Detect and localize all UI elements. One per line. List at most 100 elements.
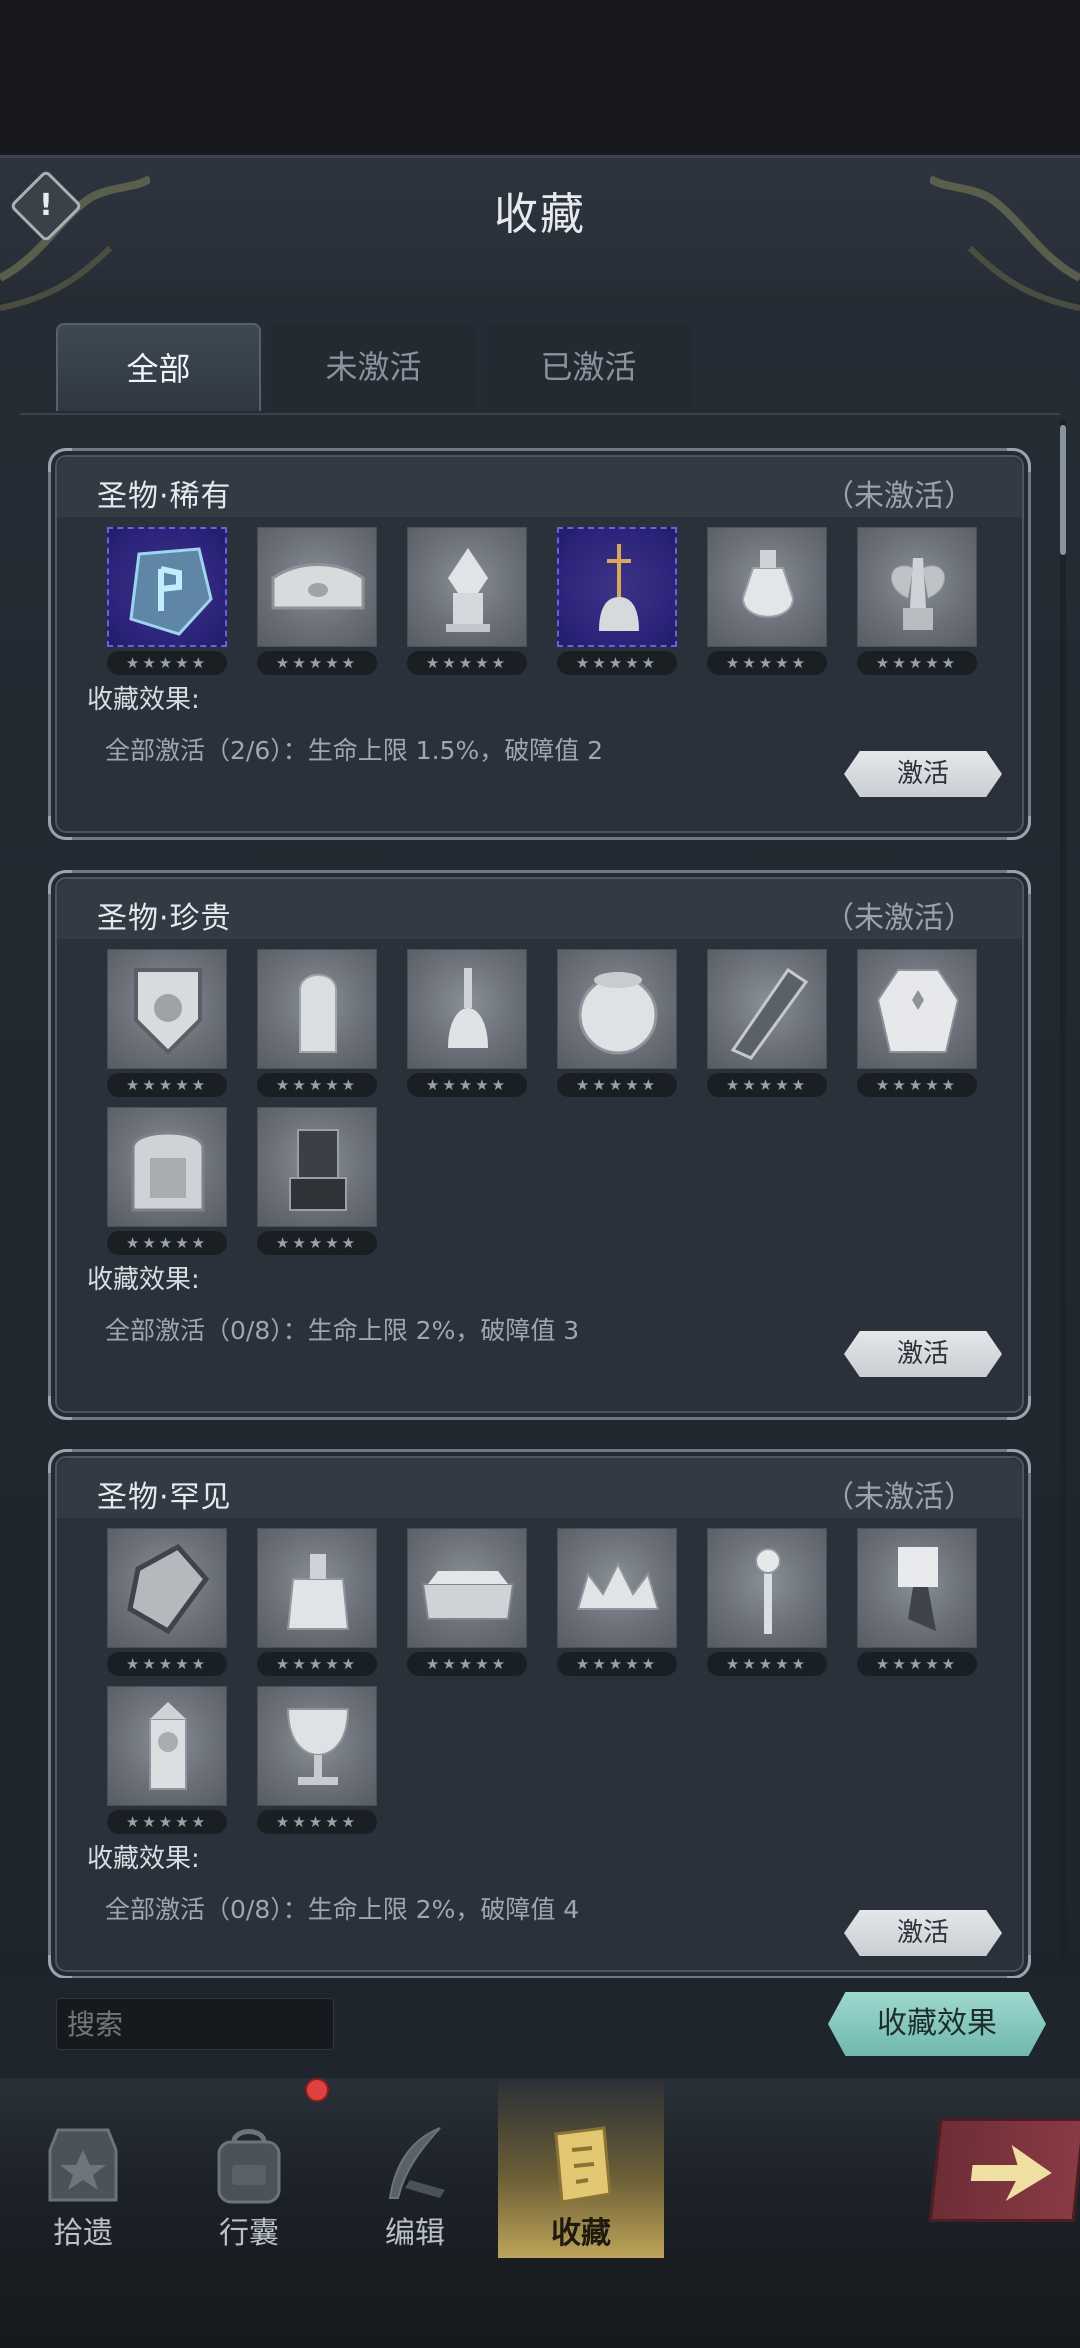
collection-item[interactable]: ★★★★★ bbox=[407, 527, 527, 675]
star-rating: ★★★★★ bbox=[407, 1073, 527, 1097]
collection-item[interactable]: ★★★★★ bbox=[857, 949, 977, 1097]
panel-title: 圣物·罕见 bbox=[97, 1480, 232, 1515]
banner-icon bbox=[898, 1547, 938, 1631]
panel-header: 圣物·珍贵 （未激活） bbox=[57, 879, 1022, 939]
collection-item[interactable]: ★★★★★ bbox=[707, 527, 827, 675]
crown-icon bbox=[576, 1561, 660, 1610]
stole-icon bbox=[730, 967, 809, 1060]
tab-inactive[interactable]: 未激活 bbox=[271, 323, 476, 411]
collection-item[interactable]: ★★★★★ bbox=[107, 1528, 227, 1676]
item-frame bbox=[107, 527, 227, 647]
collection-item[interactable]: ★★★★★ bbox=[557, 949, 677, 1097]
activate-button[interactable]: 激活 bbox=[844, 1331, 1002, 1377]
nav-item-backpack[interactable]: 行囊 bbox=[166, 2080, 332, 2258]
item-frame bbox=[407, 527, 527, 647]
backpack-icon bbox=[217, 2129, 281, 2204]
scrollbar-track[interactable] bbox=[1060, 420, 1066, 1960]
collection-item[interactable]: ★★★★★ bbox=[707, 1528, 827, 1676]
divider bbox=[20, 413, 1060, 415]
item-frame bbox=[857, 1528, 977, 1648]
collection-effect-button[interactable]: 收藏效果 bbox=[828, 1992, 1046, 2056]
collection-panel: 圣物·珍贵 （未激活） ★★★★★ ★★★★★ ★★★★★ ★★★★★ ★★★★★ ★★★★★… bbox=[48, 870, 1031, 1420]
scepter-icon bbox=[755, 1548, 781, 1634]
collection-item[interactable]: ★★★★★ bbox=[257, 1528, 377, 1676]
next-button[interactable] bbox=[928, 2118, 1080, 2222]
relic-icon bbox=[48, 2128, 118, 2202]
exclamation-icon: ! bbox=[39, 188, 53, 223]
collection-item[interactable]: ★★★★★ bbox=[107, 1686, 227, 1834]
effect-label: 收藏效果: bbox=[87, 1265, 200, 1295]
nav-label: 编辑 bbox=[385, 2216, 445, 2251]
item-frame bbox=[257, 1686, 377, 1806]
item-frame bbox=[407, 1528, 527, 1648]
collection-book-icon bbox=[554, 2126, 612, 2204]
star-rating: ★★★★★ bbox=[857, 1652, 977, 1676]
nav-item-collection[interactable]: 收藏 bbox=[498, 2080, 664, 2258]
collection-panel: 圣物·罕见 （未激活） ★★★★★ ★★★★★ ★★★★★ ★★★★★ ★★★★★ ★★★★★… bbox=[48, 1449, 1031, 1979]
collection-item[interactable]: ★★★★★ bbox=[257, 1686, 377, 1834]
item-frame bbox=[707, 527, 827, 647]
star-rating: ★★★★★ bbox=[557, 651, 677, 675]
quill-icon bbox=[388, 2127, 445, 2199]
tab-active[interactable]: 已激活 bbox=[486, 323, 691, 411]
collection-item[interactable]: ★★★★★ bbox=[857, 527, 977, 675]
winged-pedestal-icon bbox=[446, 548, 490, 632]
ornate-lid-icon bbox=[271, 563, 365, 610]
collection-item[interactable]: ★★★★★ bbox=[107, 527, 227, 675]
tombstone-icon bbox=[299, 974, 337, 1053]
collection-item[interactable]: ★★★★★ bbox=[257, 1107, 377, 1255]
collection-item[interactable]: ★★★★★ bbox=[557, 527, 677, 675]
item-frame bbox=[257, 1528, 377, 1648]
star-rating: ★★★★★ bbox=[707, 651, 827, 675]
effect-text: 全部激活（2/6）：生命上限 1.5%，破障值 2 bbox=[105, 736, 604, 765]
collection-item[interactable]: ★★★★★ bbox=[707, 949, 827, 1097]
collection-item[interactable]: ★★★★★ bbox=[857, 1528, 977, 1676]
tab-all[interactable]: 全部 bbox=[56, 323, 261, 411]
item-frame bbox=[107, 1528, 227, 1648]
clock-tower-icon bbox=[149, 1702, 187, 1790]
item-frame bbox=[107, 1107, 227, 1227]
collection-item[interactable]: ★★★★★ bbox=[557, 1528, 677, 1676]
item-frame bbox=[557, 1528, 677, 1648]
star-rating: ★★★★★ bbox=[857, 651, 977, 675]
star-rating: ★★★★★ bbox=[257, 1652, 377, 1676]
star-rating: ★★★★★ bbox=[107, 1231, 227, 1255]
collection-item[interactable]: ★★★★★ bbox=[257, 527, 377, 675]
star-rating: ★★★★★ bbox=[257, 1073, 377, 1097]
status-area bbox=[0, 0, 1080, 160]
effect-text: 全部激活（0/8）：生命上限 2%，破障值 4 bbox=[105, 1895, 580, 1924]
panel-status: （未激活） bbox=[824, 479, 974, 514]
collection-item[interactable]: ★★★★★ bbox=[407, 1528, 527, 1676]
activate-button[interactable]: 激活 bbox=[844, 1910, 1002, 1956]
nav-item-edit[interactable]: 编辑 bbox=[332, 2080, 498, 2258]
item-frame bbox=[707, 1528, 827, 1648]
nav-label: 拾遗 bbox=[53, 2216, 113, 2251]
star-rating: ★★★★★ bbox=[107, 651, 227, 675]
panel-header: 圣物·稀有 （未激活） bbox=[57, 457, 1022, 517]
item-frame bbox=[257, 527, 377, 647]
star-rating: ★★★★★ bbox=[257, 651, 377, 675]
item-frame bbox=[557, 527, 677, 647]
nav-item-scavenge[interactable]: 拾遗 bbox=[0, 2080, 166, 2258]
search-input[interactable] bbox=[56, 1998, 334, 2050]
activate-button[interactable]: 激活 bbox=[844, 751, 1002, 797]
collection-item[interactable]: ★★★★★ bbox=[107, 949, 227, 1097]
item-frame bbox=[257, 949, 377, 1069]
panel-status: （未激活） bbox=[824, 1480, 974, 1515]
round-vase-icon bbox=[578, 972, 658, 1055]
item-frame bbox=[857, 949, 977, 1069]
effect-label: 收藏效果: bbox=[87, 1844, 200, 1874]
star-rating: ★★★★★ bbox=[557, 1652, 677, 1676]
coffin-icon bbox=[421, 1571, 515, 1620]
item-frame bbox=[857, 527, 977, 647]
nav-label: 行囊 bbox=[219, 2216, 279, 2251]
star-rating: ★★★★★ bbox=[557, 1073, 677, 1097]
collection-item[interactable]: ★★★★★ bbox=[107, 1107, 227, 1255]
item-frame bbox=[707, 949, 827, 1069]
star-rating: ★★★★★ bbox=[707, 1652, 827, 1676]
panel-title: 圣物·珍贵 bbox=[97, 901, 232, 936]
collection-item[interactable]: ★★★★★ bbox=[257, 949, 377, 1097]
scrollbar-thumb[interactable] bbox=[1060, 425, 1066, 555]
star-rating: ★★★★★ bbox=[707, 1073, 827, 1097]
collection-item[interactable]: ★★★★★ bbox=[407, 949, 527, 1097]
